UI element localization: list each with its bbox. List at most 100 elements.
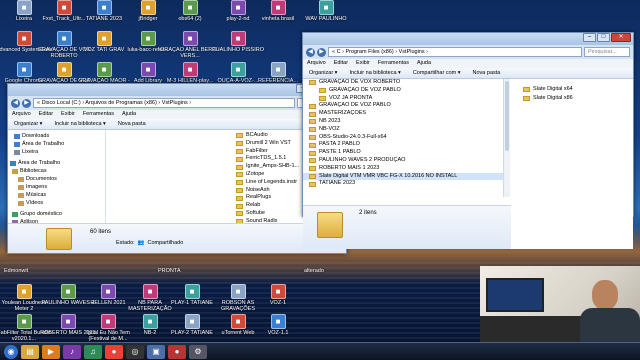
nav-pane-item[interactable]: Downloads (8, 132, 105, 140)
folder-tree-item[interactable]: ROBERTO MAIS 1 2023 (303, 165, 503, 173)
maximize-button[interactable]: □ (597, 33, 610, 42)
obs-taskbar-icon[interactable]: ◎ (126, 344, 144, 359)
toolbar-button[interactable]: Organizar ▾ (14, 119, 42, 129)
folder-tree-item[interactable]: Slate Digital VTM VMR VBC FG-X 10.2016 N… (303, 172, 503, 181)
toolbar-button[interactable]: Compartilhar com ▾ (413, 68, 461, 78)
file-item[interactable]: Slate Digital x86 (517, 94, 627, 103)
nav-pane-item[interactable]: Vídeos (8, 199, 105, 207)
folder-icon (309, 158, 316, 164)
people-icon: 👥 (137, 240, 145, 246)
tree-scrollbar[interactable] (503, 79, 510, 197)
shortcut-icon: ■ (182, 31, 198, 46)
folder-icon (309, 134, 316, 140)
menu-item[interactable]: Ferramentas (83, 110, 114, 119)
right-window-titlebar[interactable]: – □ ✕ (303, 33, 633, 45)
folder-name: GRAVAÇÃO DE VOZ PABLO (329, 86, 401, 93)
back-icon[interactable]: ◀ (306, 47, 315, 57)
folder-icon (309, 142, 316, 148)
folder-tree-item[interactable]: PAULINHO WAVES 2 PRODUÇÃO (303, 157, 503, 165)
folder-icon (236, 211, 243, 217)
left-window-titlebar[interactable]: –□✕ (8, 84, 346, 96)
nav-pane-item[interactable]: Área de Trabalho (8, 159, 105, 167)
folder-icon (236, 156, 243, 162)
recorder-taskbar-icon[interactable]: ● (168, 344, 186, 359)
folder-name: PASTE 1 PABLO (319, 149, 361, 156)
empty-area (511, 205, 633, 249)
folder-tree-item[interactable]: OBS-Studio-24.0.3-Full-x64 (303, 134, 503, 142)
folder-tree-item[interactable]: TATIANE 2023 (303, 180, 503, 188)
chrome-taskbar-icon[interactable]: ● (105, 344, 123, 359)
menu-item[interactable]: Ferramentas (378, 59, 409, 68)
nav-pane-item[interactable]: Área de Trabalho (8, 140, 105, 148)
folder-tree-item[interactable]: GRAVAÇÃO DE VOZ PABLO (303, 102, 503, 110)
shortcut-icon: ■ (230, 314, 246, 329)
nav-item-icon (18, 200, 24, 206)
nav-pane-item[interactable]: Lixeira (8, 148, 105, 156)
nav-pane-item[interactable]: Músicas (8, 191, 105, 199)
menu-item[interactable]: Arquivo (307, 59, 326, 68)
toolbar-button[interactable]: Incluir na biblioteca ▾ (349, 68, 400, 78)
menu-item[interactable]: Exibir (61, 110, 75, 119)
nav-item-label: Documentos (26, 176, 57, 182)
shortcut-icon: ■ (184, 284, 200, 299)
explorer-taskbar-icon[interactable]: ▤ (21, 344, 39, 359)
right-explorer-window: – □ ✕ ◀ ▶ « C › Program Files (x86) › VstP… (302, 32, 634, 249)
shortcut-icon: ■ (270, 0, 286, 15)
toolbar-button[interactable]: Incluir na biblioteca ▾ (54, 119, 105, 129)
back-icon[interactable]: ◀ (11, 98, 20, 108)
folder-tree-item[interactable]: MASTERIZAÇÕES (303, 110, 503, 118)
file-list: Slate Digital x64 Slate Digital x86 (517, 85, 627, 103)
details-pane: 2 itens (303, 205, 511, 249)
shortcut-icon: ■ (140, 62, 156, 77)
file-name: Softube (246, 209, 265, 216)
forward-icon[interactable]: ▶ (317, 47, 326, 57)
toolbar-button[interactable]: Nova pasta (118, 119, 146, 129)
folder-tree-item[interactable]: GRAVAÇÃO DE VOZ PABLO (303, 87, 503, 95)
nav-pane-item[interactable]: Documentos (8, 175, 105, 183)
file-item[interactable]: Slate Digital x64 (517, 85, 627, 94)
menu-item[interactable]: Ajuda (417, 59, 431, 68)
folder-tree-item[interactable]: GRAVAÇÃO DE VOX ROBERTO (303, 79, 503, 87)
nav-pane-item[interactable]: Imagens (8, 183, 105, 191)
menu-item[interactable]: Exibir (356, 59, 370, 68)
nav-pane-item[interactable]: Bibliotecas (8, 167, 105, 175)
nav-pane-item[interactable]: Grupo doméstico (8, 210, 105, 218)
audio-app-taskbar-icon[interactable]: ♫ (84, 344, 102, 359)
desktop-icon[interactable]: ■ WAV PAULINHO (296, 0, 356, 34)
shortcut-icon: ■ (16, 62, 32, 77)
folder-tree-item[interactable]: VOZ JÁ PRONTA (303, 95, 503, 103)
folder-taskbar-icon[interactable]: ▣ (147, 344, 165, 359)
person-head (592, 280, 618, 310)
folder-name: MASTERIZAÇÕES (319, 110, 367, 117)
toolbar-button[interactable]: Nova pasta (473, 68, 501, 78)
folder-tree-item[interactable]: NB 2023 (303, 118, 503, 126)
toolbar-button[interactable]: Organizar ▾ (309, 68, 337, 78)
start-button[interactable]: ◉ (4, 344, 18, 359)
menu-item[interactable]: Editar (39, 110, 53, 119)
minimize-button[interactable]: – (583, 33, 596, 42)
daw-taskbar-icon[interactable]: ♪ (63, 344, 81, 359)
desktop-icon[interactable]: ■ PUALINHO PISSIRO (208, 31, 268, 65)
folder-icon (523, 87, 530, 92)
settings-taskbar-icon[interactable]: ⚙ (189, 344, 207, 359)
menu-item[interactable]: Ajuda (122, 110, 136, 119)
search-input[interactable]: Pesquisar... (584, 47, 630, 57)
media-player-taskbar-icon[interactable]: ▶ (42, 344, 60, 359)
desktop-icon[interactable]: ■ VOZ-1 (248, 284, 308, 318)
close-button[interactable]: ✕ (611, 33, 631, 42)
menu-item[interactable]: Arquivo (12, 110, 31, 119)
shortcut-icon: ■ (230, 62, 246, 77)
folder-tree-item[interactable]: PASTE 1 PABLO (303, 149, 503, 157)
menu-item[interactable]: Editar (334, 59, 348, 68)
shortcut-icon: ■ (270, 284, 286, 299)
forward-icon[interactable]: ▶ (22, 98, 31, 108)
address-bar[interactable]: « Disco Local (C:) › Arquivos de Program… (33, 98, 295, 108)
webcam-overlay (480, 266, 640, 342)
shortcut-icon: ■ (140, 31, 156, 46)
folder-name: GRAVAÇÃO DE VOX ROBERTO (319, 79, 401, 85)
shortcut-icon: ■ (140, 0, 156, 15)
folder-tree-item[interactable]: NB-VOZ (303, 126, 503, 134)
folder-tree-item[interactable]: PASTA 2 PABLO (303, 141, 503, 149)
file-name: RealPlugs (246, 194, 272, 201)
address-bar[interactable]: « C › Program Files (x86) › VstPlugins › (328, 47, 582, 57)
